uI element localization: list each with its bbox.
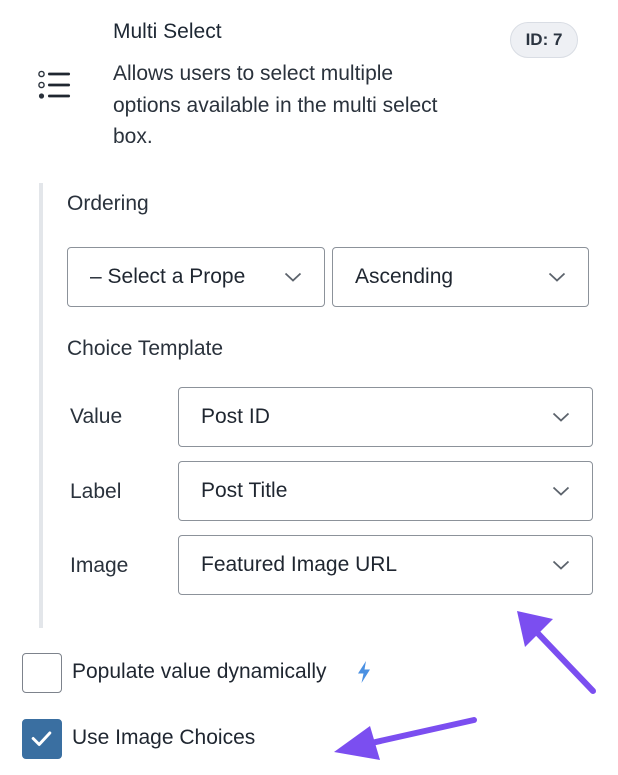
chevron-down-icon	[552, 560, 570, 570]
choice-label-label: Label	[70, 480, 122, 503]
choice-template-label: Choice Template	[67, 337, 224, 360]
id-badge: ID: 7	[510, 22, 578, 58]
use-image-choices-label[interactable]: Use Image Choices	[72, 726, 255, 750]
settings-rail	[39, 183, 43, 628]
choice-label-select[interactable]: Post Title	[178, 461, 593, 521]
chevron-down-icon	[548, 272, 566, 282]
ordering-direction-value: Ascending	[355, 265, 454, 288]
chevron-down-icon	[552, 412, 570, 422]
field-title: Multi Select	[113, 20, 222, 43]
chevron-down-icon	[552, 486, 570, 496]
choice-image-label: Image	[70, 554, 129, 577]
choice-image-selected: Featured Image URL	[201, 553, 398, 576]
annotation-arrow-icon	[334, 717, 477, 760]
populate-dynamically-label[interactable]: Populate value dynamically	[72, 660, 326, 684]
choice-value-label: Value	[70, 405, 123, 428]
choice-value-select[interactable]: Post ID	[178, 387, 593, 447]
ordering-direction-select[interactable]: Ascending	[332, 247, 589, 307]
check-icon	[31, 731, 52, 746]
choice-label-selected: Post Title	[201, 479, 288, 502]
choice-value-selected: Post ID	[201, 405, 270, 428]
choice-image-select[interactable]: Featured Image URL	[178, 535, 593, 595]
ordering-label: Ordering	[67, 192, 149, 215]
ordering-property-select[interactable]: – Select a Prope	[67, 247, 325, 307]
field-description: Allows users to select multiple options …	[113, 62, 438, 148]
use-image-choices-checkbox[interactable]	[22, 719, 62, 759]
ordering-property-value: – Select a Prope	[90, 265, 246, 288]
bolt-icon	[358, 661, 370, 683]
chevron-down-icon	[284, 272, 302, 282]
populate-dynamically-checkbox[interactable]	[22, 653, 62, 693]
list-icon	[38, 70, 70, 99]
annotation-arrow-icon	[517, 611, 596, 694]
